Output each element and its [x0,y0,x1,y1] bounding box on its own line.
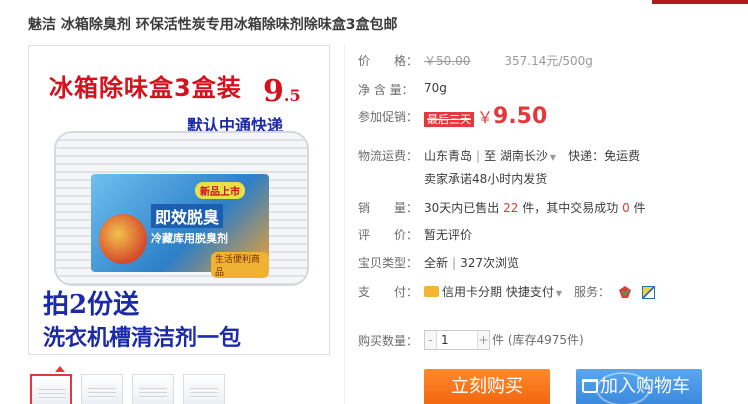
top-bar-accent [652,0,748,4]
service-guarantee-icon[interactable] [618,285,632,299]
label-subtitle: 冷藏库用脱臭剂 [151,232,228,245]
promotion-label: 参加促销： [358,110,419,124]
stock-text: 件 (库存4975件) [492,332,584,347]
net-weight-label: 净 含 量： [358,83,414,97]
price-values: ￥50.00 357.14元/500g [424,52,593,69]
thumbnail-graphic [139,385,167,399]
payment-row: 支 付： 信用卡分期 快捷支付 ▼ 服务： [358,283,656,300]
promotion-values: 最后三天 ￥9.50 [424,104,547,129]
sales-label: 销 量： [358,201,419,215]
item-type-label: 宝贝类型： [358,256,419,270]
thumbnail-1[interactable] [30,374,72,404]
panel-divider [344,45,345,404]
product-box-label: 新品上市 即效脱臭 冷藏库用脱臭剂 生活便利商品 [91,174,269,278]
payment-label: 支 付： [358,285,419,299]
thumbnail-graphic [88,385,116,399]
sales-count: 22 [503,201,519,215]
image-promo-price-int: 9 [263,74,284,109]
item-type-value: 全新 [424,256,449,270]
item-type-separator: | [452,256,457,270]
image-promo-price-dec: .5 [283,86,301,105]
shipping-promise: 卖家承诺48小时内发货 [424,172,548,186]
net-weight-value: 70g [424,81,447,95]
reviews-label: 评 价： [358,228,419,242]
promotion-price: 9.50 [493,104,548,129]
image-promo-headline: 冰箱除味盒3盒装 [49,74,242,102]
quantity-row: 购买数量： -1 + 件 (库存4975件) [358,330,584,350]
original-price: ￥50.00 [424,54,471,68]
fruit-graphic [99,214,147,264]
thumbnail-strip [30,374,225,404]
label-new-badge: 新品上市 [195,182,245,199]
shipping-label: 物流运费： [358,149,419,163]
chevron-down-icon: ▼ [549,153,557,162]
thumbnail-active-arrow [55,366,65,372]
credit-card-icon [424,286,439,297]
thumbnail-2[interactable] [81,374,123,404]
image-gift-line2: 洗衣机槽清洁剂一包 [43,325,242,351]
shipping-destination-select[interactable]: 湖南长沙 ▼ [500,149,556,163]
sales-success-count: 0 [622,201,630,215]
chevron-down-icon[interactable]: ▼ [556,289,562,298]
label-title: 即效脱臭 [151,204,224,228]
view-count: 327次浏览 [460,256,519,270]
sales-suffix: 件 [633,201,646,215]
item-type-values: 全新 | 327次浏览 [424,254,519,271]
quantity-label: 购买数量： [358,334,419,348]
thumbnail-graphic [190,385,218,399]
shipping-fee: 快递：免运费 [568,149,641,163]
promotion-row: 参加促销： 最后三天 ￥9.50 [358,104,547,129]
quick-pay-link[interactable]: 快捷支付 [506,285,554,299]
shipping-from: 山东青岛 [424,149,473,163]
shipping-row: 物流运费： 山东青岛 | 至 湖南长沙 ▼ 快递：免运费 [358,147,640,164]
main-product-image[interactable]: 冰箱除味盒3盒装 9.5 默认中通快递 新品上市 即效脱臭 冷藏库用脱臭剂 生活… [28,45,330,355]
unit-price: 357.14元/500g [504,54,593,68]
credit-installment-link[interactable]: 信用卡分期 [442,285,502,299]
shipping-to-prefix: 至 [484,149,497,163]
buy-now-button[interactable]: 立刻购买 [424,369,550,404]
quantity-input[interactable]: 1 [441,333,449,347]
promotion-tag: 最后三天 [424,112,474,127]
thumbnail-3[interactable] [132,374,174,404]
quantity-plus-button[interactable]: + [477,331,489,349]
watermark-logo [596,372,650,404]
top-bar [0,0,748,4]
quantity-minus-button[interactable]: - [425,331,437,349]
sales-mid: 件，其中交易成功 [522,201,619,215]
price-label: 价 格： [358,54,419,68]
service-badge-icon[interactable] [642,286,656,299]
quantity-stepper[interactable]: -1 + [424,330,490,350]
label-tag: 生活便利商品 [211,252,269,278]
net-weight-row: 净 含 量： 70g [358,81,447,98]
image-promo-price: 9.5 [263,74,301,109]
shipping-values: 山东青岛 | 至 湖南长沙 ▼ 快递：免运费 [424,147,640,164]
product-title: 魅洁 冰箱除臭剂 环保活性炭专用冰箱除味剂除味盒3盒包邮 [28,17,398,33]
image-gift-line1: 拍2份送 [43,290,140,320]
item-type-row: 宝贝类型： 全新 | 327次浏览 [358,254,519,271]
payment-values: 信用卡分期 快捷支付 ▼ 服务： [424,283,656,300]
reviews-row: 评 价： 暂无评价 [358,226,472,243]
shipping-destination: 湖南长沙 [499,149,548,163]
promotion-currency: ￥ [477,108,494,127]
thumbnail-graphic [38,386,66,400]
thumbnail-4[interactable] [183,374,225,404]
service-label: 服务： [574,285,611,299]
shipping-separator: | [476,149,481,163]
sales-prefix: 30天内已售出 [424,201,500,215]
price-row: 价 格： ￥50.00 357.14元/500g [358,52,593,69]
sales-row: 销 量： 30天内已售出 22 件，其中交易成功 0 件 [358,199,646,216]
reviews-value[interactable]: 暂无评价 [424,226,472,243]
quantity-controls: -1 + 件 (库存4975件) [424,330,584,350]
sales-values: 30天内已售出 22 件，其中交易成功 0 件 [424,199,646,216]
